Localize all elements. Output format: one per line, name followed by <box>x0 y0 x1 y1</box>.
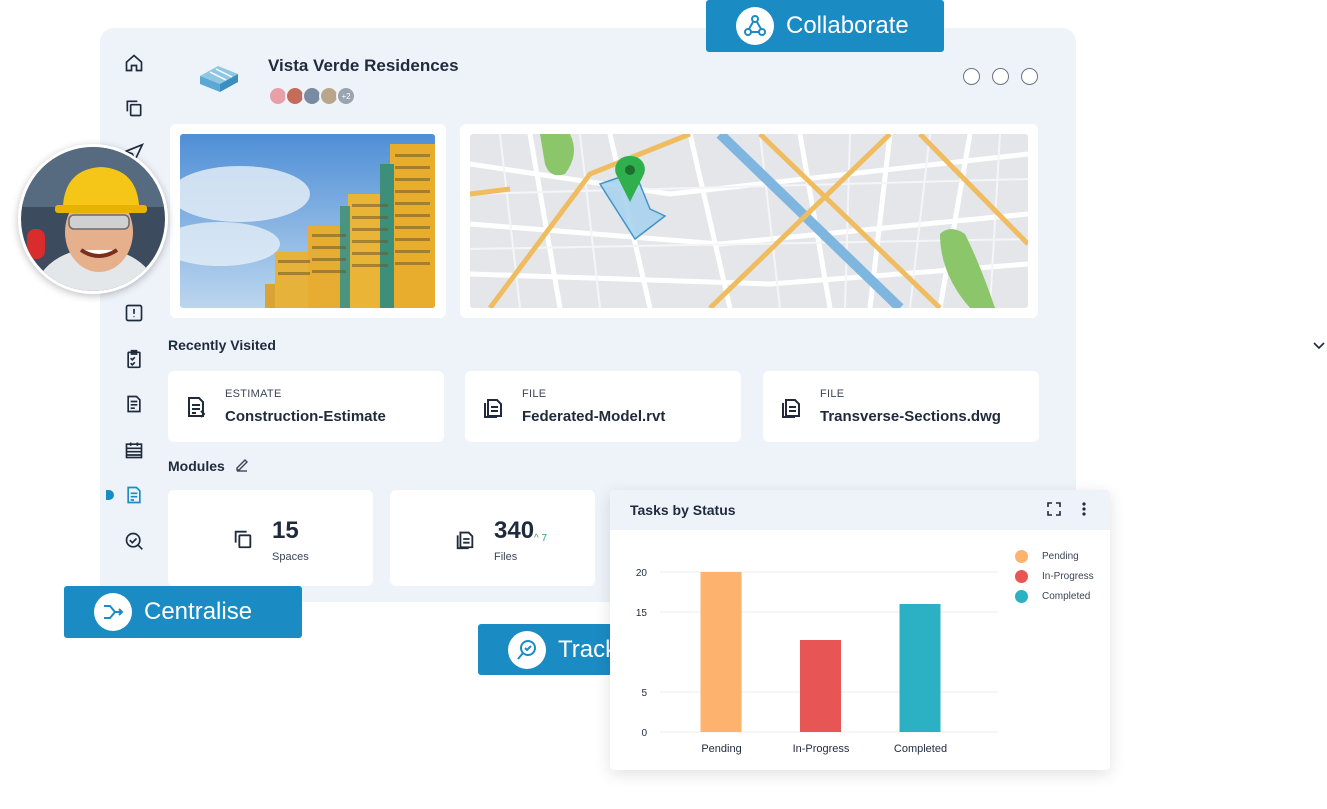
map-card[interactable] <box>460 124 1038 318</box>
module-count: 15 <box>272 517 299 544</box>
window-dot[interactable] <box>963 68 980 85</box>
recently-visited-title: Recently Visited <box>168 337 276 353</box>
document-list-icon[interactable] <box>122 392 146 416</box>
legend-label: Pending <box>1042 551 1079 562</box>
trend-up-indicator: ^ 7 <box>534 533 547 544</box>
files-icon <box>454 528 476 550</box>
x-tick-label: In-Progress <box>793 743 850 755</box>
estimate-icon <box>184 395 208 419</box>
more-members-badge[interactable]: +2 <box>336 86 356 106</box>
project-title: Vista Verde Residences <box>268 56 459 75</box>
legend-item-completed[interactable]: Completed <box>1015 590 1094 603</box>
collaborate-label: Collaborate <box>786 12 909 39</box>
legend-label: In-Progress <box>1042 571 1094 582</box>
legend-swatch <box>1015 570 1028 583</box>
recent-item-estimate[interactable]: ESTIMATE Construction-Estimate <box>168 371 444 442</box>
checklist-icon[interactable] <box>122 347 146 371</box>
file-icon <box>481 395 505 419</box>
centralise-icon <box>94 593 132 631</box>
file-icon <box>779 395 803 419</box>
window-dot[interactable] <box>992 68 1009 85</box>
track-label: Track <box>558 635 618 663</box>
recent-item-file[interactable]: FILE Federated-Model.rvt <box>465 371 741 442</box>
window-dot[interactable] <box>1021 68 1038 85</box>
y-tick-label: 5 <box>641 688 647 699</box>
copy-icon[interactable] <box>122 96 146 120</box>
x-tick-label: Completed <box>894 743 947 755</box>
y-tick-label: 0 <box>641 728 647 739</box>
project-logo <box>196 60 242 96</box>
check-search-icon[interactable] <box>122 529 146 553</box>
modules-title: Modules <box>168 458 225 474</box>
edit-pencil-icon[interactable] <box>234 457 250 473</box>
collaborate-badge: Collaborate <box>706 0 944 52</box>
recent-item-file[interactable]: FILE Transverse-Sections.dwg <box>763 371 1039 442</box>
legend-item-pending[interactable]: Pending <box>1015 550 1094 563</box>
bar-completed[interactable] <box>899 604 941 732</box>
legend-label: Completed <box>1042 591 1091 602</box>
module-card-files[interactable]: 340 Files ^ 7 <box>390 490 595 586</box>
track-search-icon <box>508 630 546 669</box>
bar-pending[interactable] <box>700 572 742 732</box>
item-name: Transverse-Sections.dwg <box>820 408 1001 425</box>
legend-swatch <box>1015 550 1028 563</box>
trend-value: 7 <box>541 533 548 544</box>
item-type: FILE <box>522 388 547 400</box>
x-tick-label: Pending <box>701 743 741 755</box>
legend-swatch <box>1015 590 1028 603</box>
tasks-chart-panel: Tasks by Status 0 5 15 20 Pending In-Progress… <box>610 490 1110 770</box>
collaborate-icon <box>736 7 774 45</box>
member-avatars[interactable]: +2 <box>268 86 356 106</box>
item-type: ESTIMATE <box>225 388 282 400</box>
item-name: Federated-Model.rvt <box>522 408 666 425</box>
window-controls <box>963 68 1038 85</box>
legend-item-in-progress[interactable]: In-Progress <box>1015 570 1094 583</box>
home-icon[interactable] <box>122 51 146 75</box>
bar-in-progress[interactable] <box>800 640 841 732</box>
trend-up-icon: ^ <box>534 533 539 544</box>
building-image-card <box>170 124 446 318</box>
worker-photo <box>18 144 168 294</box>
module-card-spaces[interactable]: 15 Spaces <box>168 490 373 586</box>
building-photo <box>180 134 435 308</box>
bar-chart: 0 5 15 20 Pending In-Progress Completed <box>636 568 998 755</box>
item-name: Construction-Estimate <box>225 408 386 425</box>
module-label: Spaces <box>272 551 309 563</box>
report-icon[interactable] <box>122 483 146 507</box>
schedule-icon[interactable] <box>122 438 146 462</box>
module-label: Files <box>494 551 518 563</box>
item-type: FILE <box>820 388 845 400</box>
chevron-down-icon[interactable] <box>1310 336 1327 354</box>
spaces-icon <box>232 528 254 550</box>
site-map[interactable] <box>470 134 1028 308</box>
centralise-badge: Centralise <box>64 586 302 638</box>
y-tick-label: 15 <box>636 608 648 619</box>
alert-icon[interactable] <box>122 301 146 325</box>
y-tick-label: 20 <box>636 568 648 579</box>
chart-legend: Pending In-Progress Completed <box>1015 550 1094 610</box>
module-count: 340 <box>494 517 535 544</box>
centralise-label: Centralise <box>144 598 253 625</box>
